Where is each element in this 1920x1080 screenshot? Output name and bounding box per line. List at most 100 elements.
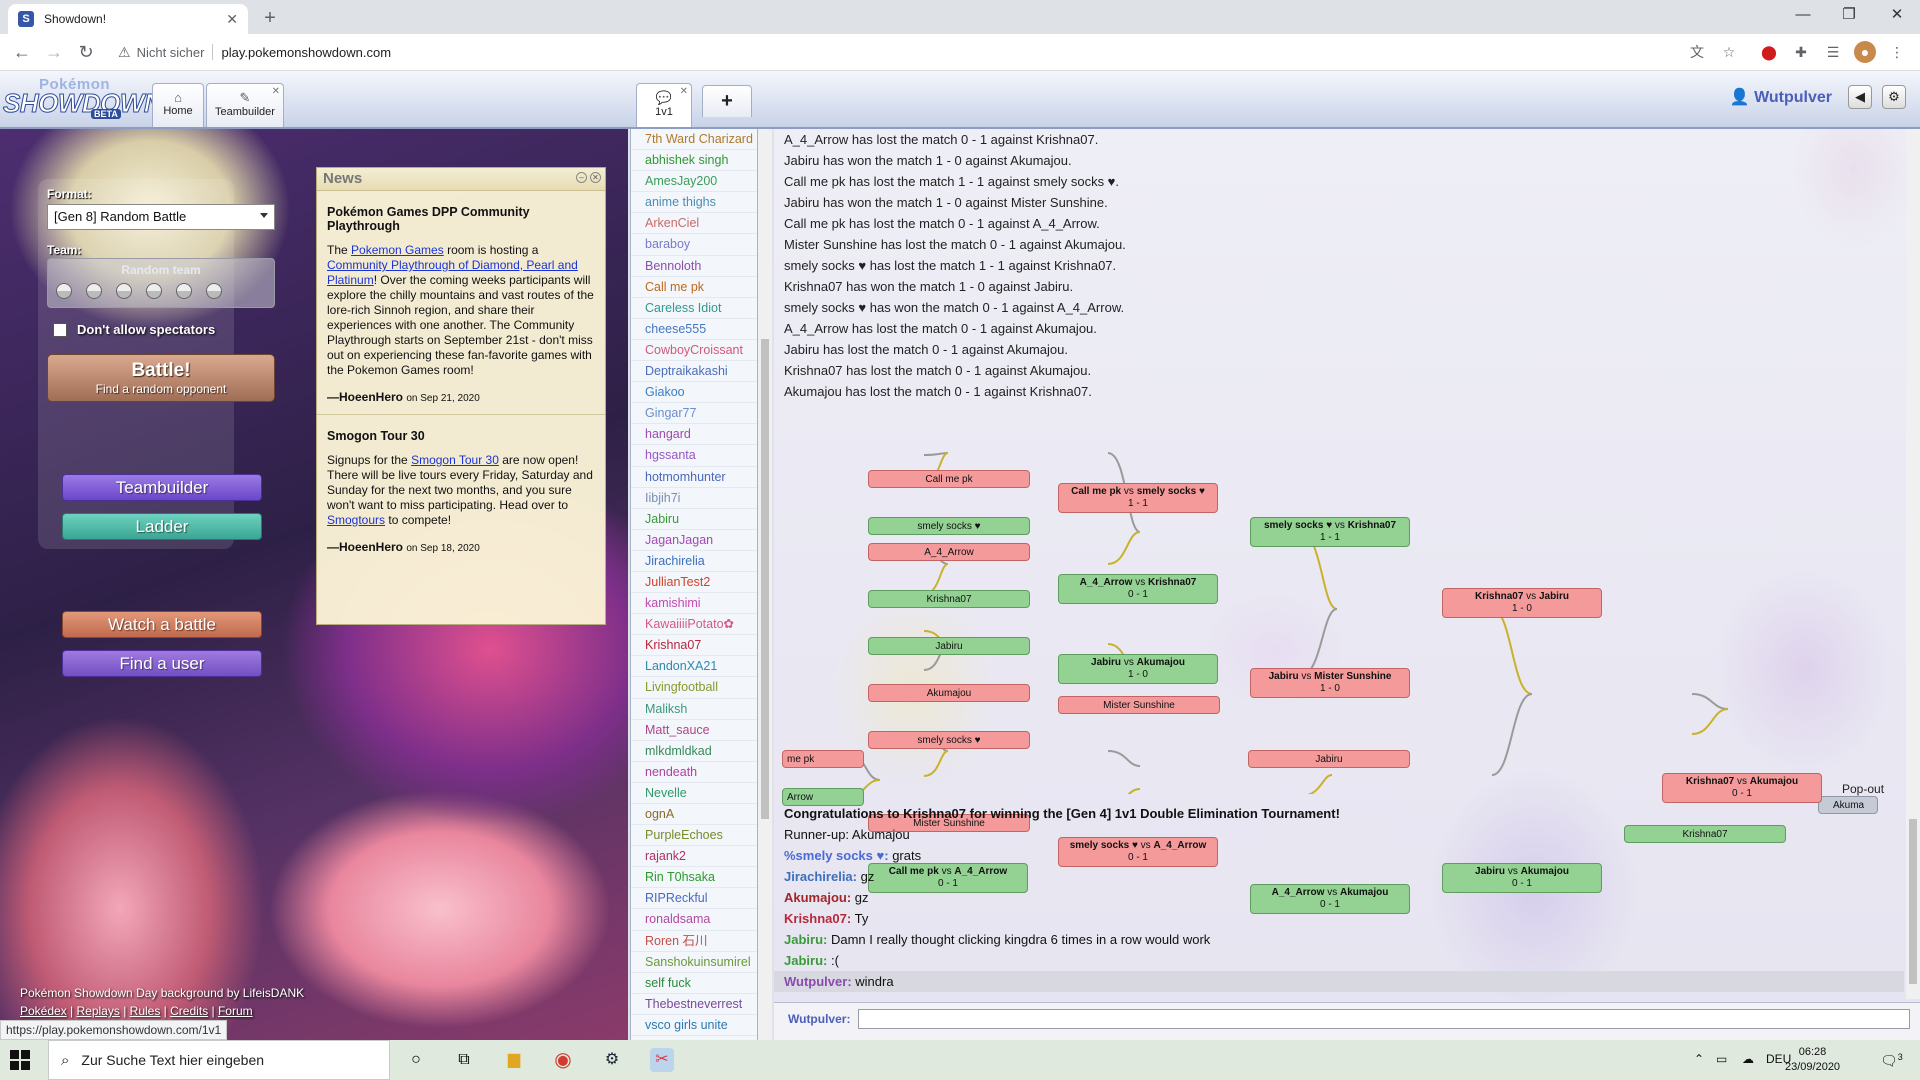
chat-message-author[interactable]: Akumajou:	[784, 890, 851, 905]
chat-message-author[interactable]: Wutpulver:	[784, 974, 852, 989]
file-explorer-icon[interactable]: ▆	[502, 1048, 526, 1072]
user-list-item[interactable]: JaganJagan	[631, 530, 757, 551]
back-arrow-icon[interactable]: ←	[8, 38, 36, 66]
scrollbar-thumb[interactable]	[761, 339, 769, 819]
browser-tab[interactable]: S Showdown! ✕	[8, 4, 248, 34]
chat-scrollbar[interactable]	[1906, 129, 1920, 999]
pokedex-link[interactable]: Pokédex	[20, 1004, 67, 1018]
news-link[interactable]: Smogon Tour 30	[411, 453, 499, 467]
minimize-icon[interactable]: –	[576, 172, 587, 183]
user-list-item[interactable]: Deptraikakashi	[631, 361, 757, 383]
user-list-item[interactable]: Nevelle	[631, 783, 757, 804]
user-list-item[interactable]: abhishek singh	[631, 150, 757, 172]
url-text[interactable]: play.pokemonshowdown.com	[221, 45, 391, 60]
profile-avatar-icon[interactable]: ●	[1854, 41, 1876, 63]
chat-message-author[interactable]: Jabiru:	[784, 932, 827, 947]
onedrive-cloud-icon[interactable]: ☁	[1742, 1052, 1754, 1066]
popout-link[interactable]: Pop-out	[1842, 782, 1884, 796]
user-list-item[interactable]: Maliksh	[631, 699, 757, 720]
chat-input[interactable]	[858, 1009, 1910, 1029]
user-list-item[interactable]: Call me pk	[631, 277, 757, 298]
steam-icon[interactable]: ⚙	[600, 1048, 624, 1072]
extensions-puzzle-icon[interactable]: ✚	[1790, 41, 1812, 63]
find-user-button[interactable]: Find a user	[62, 650, 262, 677]
user-list-item[interactable]: AmesJay200	[631, 171, 757, 193]
taskbar-search[interactable]: ⌕ Zur Suche Text hier eingeben	[48, 1040, 390, 1080]
user-list-item[interactable]: baraboy	[631, 234, 757, 256]
snipping-tool-icon[interactable]: ✂	[650, 1048, 674, 1072]
close-window-button[interactable]: ✕	[1874, 0, 1920, 30]
settings-gear-icon[interactable]: ⚙	[1882, 85, 1906, 109]
chat-message-author[interactable]: Jabiru:	[784, 953, 827, 968]
address-bar[interactable]: ⚠ Nicht sicher play.pokemonshowdown.com	[108, 37, 1668, 67]
scrollbar-thumb[interactable]	[1909, 819, 1917, 984]
user-list-item[interactable]: Jirachirelia	[631, 551, 757, 572]
credits-link[interactable]: Credits	[170, 1004, 208, 1018]
user-list-item[interactable]: Giakoo	[631, 382, 757, 404]
user-list-item[interactable]: vsco girls unite	[631, 1015, 757, 1037]
user-list-item[interactable]: self fuck	[631, 973, 757, 994]
spectators-checkbox-row[interactable]: Don't allow spectators	[53, 322, 215, 337]
user-list-scrollbar[interactable]	[758, 129, 772, 1040]
chat-message-author[interactable]: Krishna07:	[784, 911, 851, 926]
user-list-item[interactable]: RIPReckful	[631, 888, 757, 910]
user-list-item[interactable]: Roren 石川	[631, 931, 757, 952]
team-select[interactable]: Random team	[47, 258, 275, 308]
user-list-item[interactable]: Jabiru	[631, 509, 757, 530]
user-list-item[interactable]: ognA	[631, 804, 757, 826]
chat-message-author[interactable]: Jirachirelia:	[784, 869, 857, 884]
user-list-item[interactable]: Iibjih7i	[631, 488, 757, 509]
user-list-item[interactable]: Krishna07	[631, 635, 757, 657]
tab-home[interactable]: ⌂ Home	[152, 83, 204, 127]
bookmark-star-icon[interactable]: ☆	[1718, 41, 1740, 63]
user-list-item[interactable]: Sanshokuinsumirel	[631, 952, 757, 973]
showdown-logo[interactable]: Pokémon SHOWDOWN BETA	[2, 74, 163, 122]
browser-menu-icon[interactable]: ⋮	[1886, 41, 1908, 63]
windows-start-icon[interactable]	[10, 1050, 30, 1070]
user-list-item[interactable]: CowboyCroissant	[631, 340, 757, 362]
user-list-item[interactable]: ArkenCiel	[631, 213, 757, 235]
user-list-item[interactable]: Matt_sauce	[631, 720, 757, 741]
chat-message-author[interactable]: %smely socks ♥:	[784, 848, 889, 863]
format-select[interactable]: [Gen 8] Random Battle	[47, 204, 275, 230]
user-list-item[interactable]: mlkdmldkad	[631, 741, 757, 762]
close-tab-icon[interactable]: ✕	[226, 11, 238, 28]
user-list-item[interactable]: nendeath	[631, 762, 757, 783]
tab-1v1[interactable]: ✕ 💬 1v1	[636, 83, 692, 127]
user-list-item[interactable]: hangard	[631, 424, 757, 446]
close-tab-icon[interactable]: ✕	[680, 86, 688, 97]
user-list-item[interactable]: Gingar77	[631, 403, 757, 425]
spectators-checkbox[interactable]	[53, 322, 67, 337]
user-list-item[interactable]: cheese555	[631, 319, 757, 340]
rules-link[interactable]: Rules	[130, 1004, 161, 1018]
current-username[interactable]: 👤 Wutpulver	[1730, 87, 1832, 107]
tray-chevron-icon[interactable]: ⌃	[1694, 1052, 1704, 1066]
user-list-item[interactable]: Thebestneverrest	[631, 994, 757, 1015]
restore-window-button[interactable]: ❐	[1826, 0, 1872, 30]
minimize-window-button[interactable]: —	[1780, 0, 1826, 30]
watch-battle-button[interactable]: Watch a battle	[62, 611, 262, 638]
reload-icon[interactable]: ↻	[72, 38, 100, 66]
translate-icon[interactable]: 文	[1686, 41, 1708, 63]
user-list-item[interactable]: 7th Ward Charizard	[631, 129, 757, 151]
user-list-item[interactable]: Bennoloth	[631, 256, 757, 277]
user-list-item[interactable]: anime thighs	[631, 192, 757, 214]
task-view-icon[interactable]: ⧉	[452, 1048, 476, 1072]
forum-link[interactable]: Forum	[218, 1004, 253, 1018]
user-list-item[interactable]: hgssanta	[631, 445, 757, 467]
chrome-icon[interactable]: ◉	[551, 1048, 575, 1072]
user-list-item[interactable]: Careless Idiot	[631, 298, 757, 319]
news-link[interactable]: Pokemon Games	[351, 243, 444, 257]
battle-button[interactable]: Battle! Find a random opponent	[47, 354, 275, 402]
user-list-item[interactable]: LandonXA21	[631, 656, 757, 678]
replays-link[interactable]: Replays	[77, 1004, 120, 1018]
user-list-item[interactable]: Livingfootball	[631, 677, 757, 699]
sound-icon[interactable]: ◀	[1848, 85, 1872, 109]
new-tab-button[interactable]: +	[258, 6, 282, 30]
cortana-circle-icon[interactable]: ○	[404, 1048, 428, 1072]
user-list-item[interactable]: Rin T0hsaka	[631, 867, 757, 889]
forward-arrow-icon[interactable]: →	[40, 38, 68, 66]
news-link[interactable]: Smogtours	[327, 513, 385, 527]
ladder-button[interactable]: Ladder	[62, 513, 262, 540]
taskbar-clock[interactable]: 06:28 23/09/2020	[1785, 1045, 1840, 1075]
